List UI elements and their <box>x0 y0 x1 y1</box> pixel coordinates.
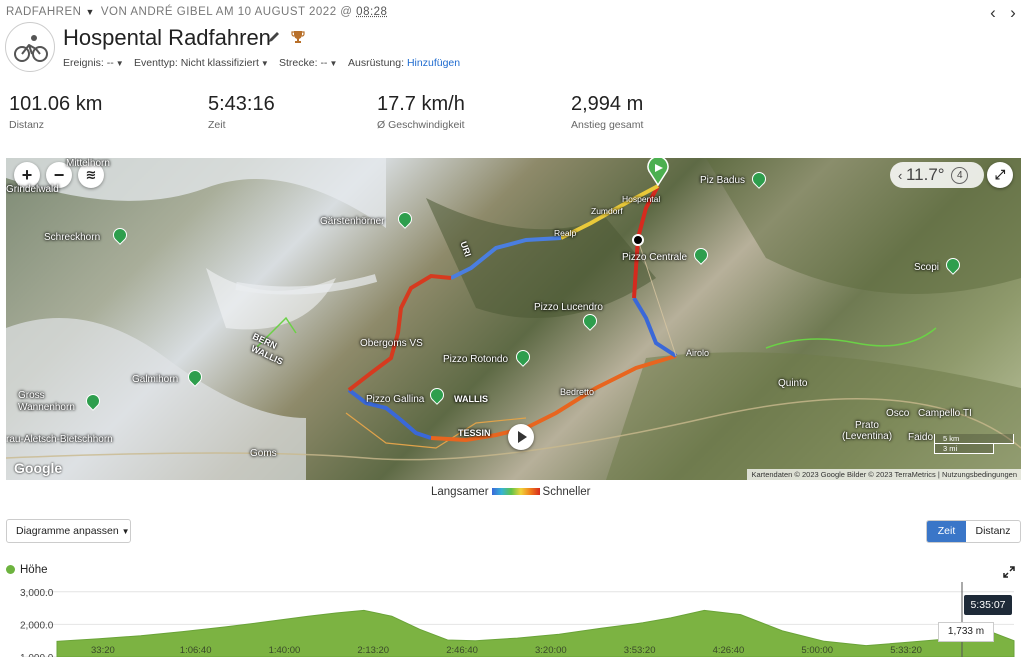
elevation-chart[interactable]: 3,000.0 2,000.0 1,000.0 33:20 1:06:40 1:40:00… <box>0 580 1024 657</box>
owner-date-text: VON ANDRÉ GIBEL AM 10 AUGUST 2022 @ <box>100 6 353 18</box>
poi-label: Quinto <box>778 378 808 389</box>
speed-gradient <box>491 488 540 496</box>
add-equipment-link[interactable]: Hinzufügen <box>407 57 460 69</box>
activity-time[interactable]: 08:28 <box>356 6 387 18</box>
x-tick-label: 2:13:20 <box>357 645 389 656</box>
temperature-badge: 4 <box>951 167 969 184</box>
customize-charts-button[interactable]: Diagramme anpassen ▼ <box>6 519 131 543</box>
poi-label: Zumdorf <box>591 206 623 216</box>
google-logo: Google <box>14 460 63 476</box>
y-tick-label: 2,000.0 <box>20 620 54 631</box>
y-tick-label: 1,000.0 <box>20 653 54 657</box>
poi-label: Pizzo Gallina <box>366 394 425 405</box>
fullscreen-icon[interactable]: ⤢ <box>987 162 1013 188</box>
stat-time-label: Zeit <box>208 119 226 131</box>
poi-label: Mittelhorn <box>66 158 110 169</box>
poi-label: Pizzo Centrale <box>622 252 688 263</box>
poi-label: Pizzo Rotondo <box>443 354 509 365</box>
temperature-value: 11.7° <box>905 165 945 184</box>
cycling-icon <box>5 22 55 72</box>
x-tick-label: 1:06:40 <box>180 645 212 656</box>
stat-ascent-label: Anstieg gesamt <box>571 119 644 131</box>
route-segment-red-2 <box>347 273 452 392</box>
terms-link[interactable]: Nutzungsbedingungen <box>942 470 1017 479</box>
start-marker-icon <box>646 158 670 187</box>
expand-chart-icon[interactable] <box>1003 565 1015 578</box>
equipment-field: Ausrüstung: Hinzufügen <box>348 57 461 69</box>
stat-distance-label: Distanz <box>9 119 45 131</box>
poi-label: Scopi <box>914 262 940 273</box>
x-tick-label: 4:26:40 <box>713 645 745 656</box>
stat-distance-value: 101.06 km <box>9 93 103 115</box>
poi-label: Airolo <box>686 348 710 358</box>
chevron-down-icon[interactable]: ▼ <box>85 7 94 17</box>
course-dropdown[interactable]: Strecke: -- ▼ <box>279 57 337 69</box>
tooltip-value: 1,733 m <box>938 622 994 642</box>
waypoint-marker <box>632 234 644 246</box>
poi-label: Pizzo Lucendro <box>534 302 603 313</box>
route-segment-blue-2 <box>632 296 678 358</box>
poi-label: Galmihorn <box>132 374 179 385</box>
page-title: Hospental Radfahren <box>63 25 271 50</box>
poi-label: Goms <box>250 448 277 459</box>
region-label: WALLIS <box>454 394 488 404</box>
stat-time-value: 5:43:16 <box>208 93 275 115</box>
poi-label: Schreckhorn <box>44 232 101 243</box>
event-type-dropdown[interactable]: Eventtyp: Nicht klassifiziert ▼ <box>134 57 269 69</box>
map-attribution: Kartendaten © 2023 Google Bilder © 2023 … <box>747 469 1021 480</box>
chart-title: Höhe <box>6 564 48 576</box>
chevron-down-icon: ▼ <box>329 59 338 68</box>
edit-pencil-icon[interactable] <box>267 30 281 44</box>
play-button[interactable] <box>508 424 534 450</box>
x-tick-label: 5:33:20 <box>890 645 922 656</box>
x-tick-label: 1:40:00 <box>269 645 301 656</box>
poi-label: Gross Wannenhorn <box>18 390 75 413</box>
chevron-down-icon: ▼ <box>121 527 130 536</box>
stat-speed-value: 17.7 km/h <box>377 93 465 115</box>
previous-activity-icon[interactable]: ‹ <box>984 4 1002 22</box>
temperature-widget[interactable]: ‹ 11.7° 4 <box>890 162 984 188</box>
poi-label: Faido <box>908 432 934 443</box>
trophy-icon[interactable] <box>290 29 306 45</box>
poi-label: Osco <box>886 408 910 419</box>
x-tick-label: 33:20 <box>91 645 115 656</box>
poi-label: Realp <box>554 228 577 238</box>
stat-speed-label: Ø Geschwindigkeit <box>377 119 465 131</box>
tooltip-time: 5:35:07 <box>964 595 1012 615</box>
chevron-down-icon: ▼ <box>260 59 269 68</box>
map-scale: 5 km 3 mi <box>934 434 1014 454</box>
toggle-distance[interactable]: Distanz <box>966 521 1020 542</box>
poi-label: Prato (Leventina) <box>842 420 893 442</box>
speed-legend: Langsamer Schneller <box>431 486 591 498</box>
x-tick-label: 3:20:00 <box>535 645 567 656</box>
poi-label: Piz Badus <box>700 175 746 186</box>
route-map[interactable]: + − ≋ ‹ 11.7° 4 ⤢ Mittelhorn Grindelwald… <box>6 158 1021 480</box>
poi-label: Bedretto <box>560 387 595 397</box>
chevron-left-icon[interactable]: ‹ <box>898 168 906 183</box>
event-dropdown[interactable]: Ereignis: -- ▼ <box>63 57 124 69</box>
poi-label: Gärstenhörner <box>320 216 385 227</box>
y-tick-label: 3,000.0 <box>20 588 54 599</box>
stat-ascent-value: 2,994 m <box>571 93 644 115</box>
poi-label: Hospental <box>622 194 661 204</box>
x-tick-label: 5:00:00 <box>801 645 833 656</box>
poi-label: Campello TI <box>918 408 972 419</box>
poi-label: rau-Aletsch-Bietschhorn <box>6 434 113 445</box>
x-tick-label: 2:46:40 <box>446 645 478 656</box>
time-distance-toggle: Zeit Distanz <box>926 520 1021 543</box>
toggle-time[interactable]: Zeit <box>927 521 966 542</box>
poi-label: Grindelwald <box>6 184 59 195</box>
x-tick-label: 3:53:20 <box>624 645 656 656</box>
series-dot <box>6 565 15 574</box>
next-activity-icon[interactable]: › <box>1004 4 1022 22</box>
chevron-down-icon: ▼ <box>115 59 124 68</box>
activity-type-link[interactable]: RADFAHREN <box>6 6 81 18</box>
breadcrumb: RADFAHREN ▼ VON ANDRÉ GIBEL AM 10 AUGUST 2… <box>6 6 387 18</box>
poi-label: Obergoms VS <box>360 338 423 349</box>
region-label: TESSIN <box>458 428 491 438</box>
